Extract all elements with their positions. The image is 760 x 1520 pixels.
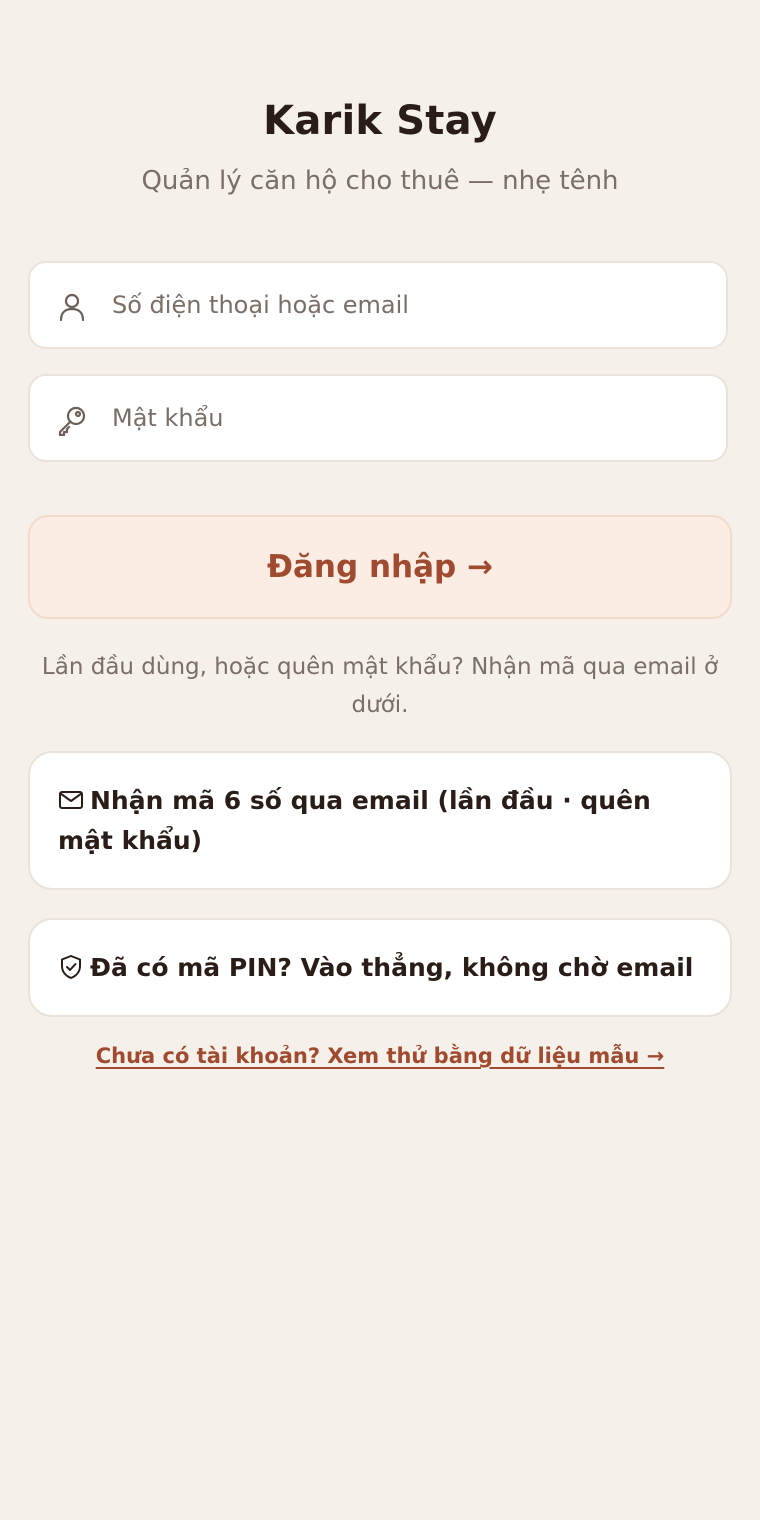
key-icon <box>58 406 86 436</box>
password-input[interactable] <box>112 376 712 460</box>
identifier-field[interactable] <box>28 261 728 349</box>
login-button[interactable]: Đăng nhập → <box>28 515 732 619</box>
login-hint: Lần đầu dùng, hoặc quên mật khẩu? Nhận m… <box>41 654 719 718</box>
email-otp-content: Nhận mã 6 số qua email (lần đầu · quên m… <box>58 781 708 861</box>
pin-login-label: Đã có mã PIN? Vào thẳng, không chờ email <box>90 953 694 982</box>
identifier-input[interactable] <box>112 263 712 347</box>
pin-login-content: Đã có mã PIN? Vào thẳng, không chờ email <box>58 948 708 988</box>
password-field[interactable] <box>28 374 728 462</box>
app-subtitle: Quản lý căn hộ cho thuê — nhẹ tênh <box>141 166 619 196</box>
shield-check-icon <box>61 955 81 979</box>
email-otp-button[interactable]: Nhận mã 6 số qua email (lần đầu · quên m… <box>28 751 732 890</box>
email-otp-label: Nhận mã 6 số qua email (lần đầu · quên m… <box>58 786 651 855</box>
app-title: Karik Stay <box>263 98 497 144</box>
demo-data-link[interactable]: Chưa có tài khoản? Xem thử bằng dữ liệu … <box>96 1044 665 1068</box>
mail-icon <box>59 791 83 809</box>
demo-link-container: Chưa có tài khoản? Xem thử bằng dữ liệu … <box>28 1044 732 1068</box>
user-icon <box>59 293 85 322</box>
pin-login-button[interactable]: Đã có mã PIN? Vào thẳng, không chờ email <box>28 918 732 1017</box>
